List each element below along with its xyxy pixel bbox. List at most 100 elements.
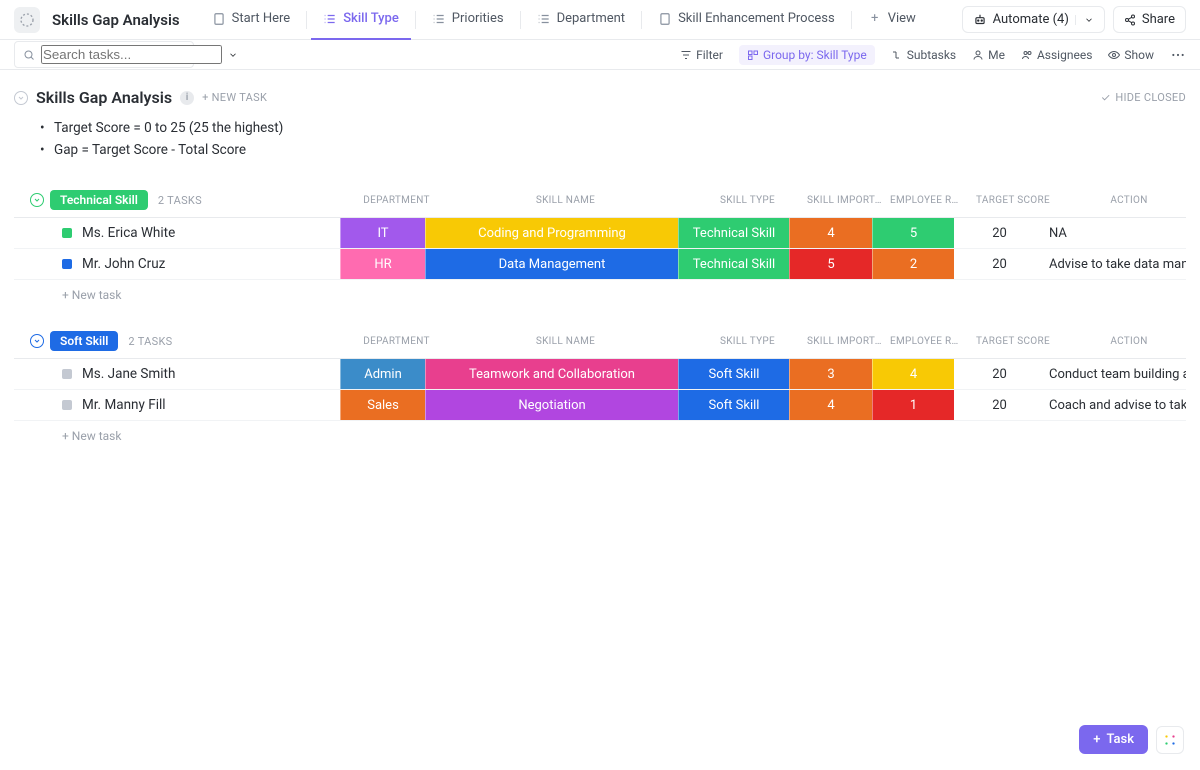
search-input[interactable] [41, 45, 222, 64]
cell-action[interactable]: Conduct team building activities. [1044, 359, 1186, 389]
status-square[interactable] [62, 400, 72, 410]
cell-target-score[interactable]: 20 [954, 390, 1044, 420]
show-button[interactable]: Show [1108, 48, 1154, 62]
tab-label: Priorities [452, 11, 504, 26]
cell-importance[interactable]: 3 [789, 359, 872, 389]
cell-department[interactable]: HR [340, 249, 425, 279]
cell-importance[interactable]: 4 [789, 218, 872, 248]
table-row[interactable]: Mr. Manny Fill Sales Negotiation Soft Sk… [14, 389, 1186, 420]
cell-rating[interactable]: 1 [872, 390, 954, 420]
more-button[interactable] [1170, 47, 1186, 63]
assignees-button[interactable]: Assignees [1021, 48, 1092, 62]
doc-icon [658, 12, 672, 26]
col-skill-name[interactable]: SKILL NAME [439, 336, 692, 347]
group-collapse-toggle[interactable] [30, 334, 44, 348]
cell-target-score[interactable]: 20 [954, 249, 1044, 279]
add-view-button[interactable]: + View [856, 0, 928, 40]
cell-skill-type[interactable]: Technical Skill [678, 218, 789, 248]
row-name: Mr. John Cruz [82, 256, 165, 272]
col-skill-type[interactable]: SKILL TYPE [692, 195, 803, 206]
cell-skill-name[interactable]: Data Management [425, 249, 678, 279]
row-name: Ms. Erica White [82, 225, 175, 241]
group-pill[interactable]: Technical Skill [50, 190, 148, 210]
col-target[interactable]: TARGET SCORE [968, 336, 1058, 347]
cell-rating[interactable]: 4 [872, 359, 954, 389]
cell-skill-name[interactable]: Negotiation [425, 390, 678, 420]
cell-importance[interactable]: 4 [789, 390, 872, 420]
col-rating[interactable]: EMPLOYEE RATI... [886, 195, 968, 206]
cell-skill-name[interactable]: Coding and Programming [425, 218, 678, 248]
filter-button[interactable]: Filter [680, 48, 723, 62]
hide-closed-label: HIDE CLOSED [1115, 91, 1186, 104]
plus-icon: + [868, 12, 882, 26]
doc-icon [212, 12, 226, 26]
table-row[interactable]: Ms. Jane Smith Admin Teamwork and Collab… [14, 358, 1186, 389]
new-task-row[interactable]: + New task [14, 420, 1186, 443]
col-importance[interactable]: SKILL IMPORTAN... [803, 195, 886, 206]
cell-skill-type[interactable]: Technical Skill [678, 249, 789, 279]
search-wrapper[interactable] [14, 41, 194, 68]
table-row[interactable]: Ms. Erica White IT Coding and Programmin… [14, 217, 1186, 248]
new-task-row[interactable]: + New task [14, 279, 1186, 302]
hide-closed-button[interactable]: HIDE CLOSED [1100, 91, 1186, 104]
cell-target-score[interactable]: 20 [954, 218, 1044, 248]
info-icon[interactable]: i [180, 91, 194, 105]
cell-rating[interactable]: 2 [872, 249, 954, 279]
status-square[interactable] [62, 228, 72, 238]
cell-rating[interactable]: 5 [872, 218, 954, 248]
eye-icon [1108, 49, 1120, 61]
cell-action[interactable]: Coach and advise to take negotiati [1044, 390, 1186, 420]
tab-priorities[interactable]: Priorities [420, 0, 516, 40]
new-task-link[interactable]: + NEW TASK [202, 91, 267, 104]
divider [641, 11, 642, 29]
cell-department[interactable]: IT [340, 218, 425, 248]
tab-start-here[interactable]: Start Here [200, 0, 303, 40]
col-rating[interactable]: EMPLOYEE RATI... [886, 336, 968, 347]
search-icon [23, 49, 35, 61]
subtasks-button[interactable]: Subtasks [891, 48, 956, 62]
automate-button[interactable]: Automate (4) [962, 6, 1105, 33]
col-skill-type[interactable]: SKILL TYPE [692, 336, 803, 347]
chevron-down-icon[interactable] [228, 50, 238, 60]
col-department[interactable]: DEPARTMENT [354, 195, 439, 206]
column-headers: DEPARTMENT SKILL NAME SKILL TYPE SKILL I… [354, 336, 1200, 347]
col-action[interactable]: ACTION [1058, 336, 1200, 347]
row-name: Ms. Jane Smith [82, 366, 175, 382]
tab-department[interactable]: Department [525, 0, 638, 40]
subtask-icon [891, 49, 903, 61]
tab-skill-type[interactable]: Skill Type [311, 0, 411, 40]
app-icon[interactable] [14, 7, 40, 33]
cell-importance[interactable]: 5 [789, 249, 872, 279]
cell-department[interactable]: Sales [340, 390, 425, 420]
cell-action[interactable]: Advise to take data management or [1044, 249, 1186, 279]
group-collapse-toggle[interactable] [30, 193, 44, 207]
status-square[interactable] [62, 369, 72, 379]
automate-label: Automate (4) [993, 12, 1069, 27]
cell-skill-type[interactable]: Soft Skill [678, 390, 789, 420]
share-button[interactable]: Share [1113, 6, 1186, 33]
cell-skill-name[interactable]: Teamwork and Collaboration [425, 359, 678, 389]
filter-icon [680, 49, 692, 61]
cell-department[interactable]: Admin [340, 359, 425, 389]
cell-skill-type[interactable]: Soft Skill [678, 359, 789, 389]
cell-action[interactable]: NA [1044, 218, 1186, 248]
task-count: 2 TASKS [158, 194, 202, 207]
col-importance[interactable]: SKILL IMPORTAN... [803, 336, 886, 347]
status-square[interactable] [62, 259, 72, 269]
new-task-fab[interactable]: + Task [1079, 725, 1148, 754]
col-department[interactable]: DEPARTMENT [354, 336, 439, 347]
apps-button[interactable] [1156, 726, 1184, 754]
table-row[interactable]: Mr. John Cruz HR Data Management Technic… [14, 248, 1186, 279]
tab-label: View [888, 11, 916, 26]
col-action[interactable]: ACTION [1058, 195, 1200, 206]
groupby-button[interactable]: Group by: Skill Type [739, 45, 875, 65]
col-target[interactable]: TARGET SCORE [968, 195, 1058, 206]
collapse-toggle[interactable] [14, 91, 28, 105]
group-pill[interactable]: Soft Skill [50, 331, 118, 351]
me-button[interactable]: Me [972, 48, 1005, 62]
cell-target-score[interactable]: 20 [954, 359, 1044, 389]
bullet-item: Target Score = 0 to 25 (25 the highest) [54, 117, 1186, 139]
assignees-label: Assignees [1037, 48, 1092, 62]
col-skill-name[interactable]: SKILL NAME [439, 195, 692, 206]
tab-skill-enhancement[interactable]: Skill Enhancement Process [646, 0, 847, 40]
